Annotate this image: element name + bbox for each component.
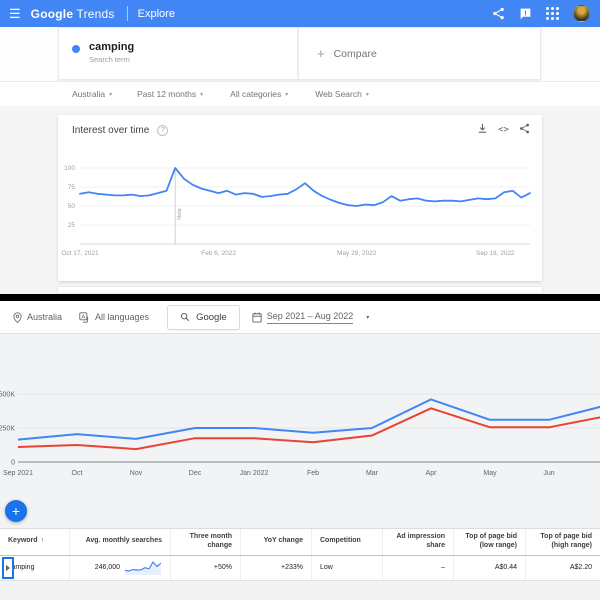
cell-selection-cursor — [2, 557, 14, 579]
plus-icon: + — [317, 46, 325, 61]
svg-text:25: 25 — [68, 222, 76, 229]
svg-text:Jan 2022: Jan 2022 — [240, 470, 269, 477]
svg-text:Sep 2021: Sep 2021 — [3, 470, 33, 477]
svg-text:Nov: Nov — [130, 470, 143, 477]
svg-text:Apr: Apr — [426, 470, 438, 477]
nav-explore[interactable]: Explore — [138, 8, 175, 20]
filter-category[interactable]: All categories▾ — [230, 89, 288, 99]
search-term-type: Search term — [89, 55, 297, 64]
series-color-dot — [72, 45, 80, 53]
add-comparison-button[interactable]: + Compare — [299, 28, 540, 79]
feedback-icon[interactable] — [519, 7, 532, 20]
menu-icon[interactable]: ☰ — [9, 6, 21, 22]
svg-text:Dec: Dec — [189, 470, 202, 477]
chevron-down-icon: ▾ — [109, 91, 112, 98]
searches-sparkline — [124, 560, 162, 576]
header-yoy-change[interactable]: YoY change — [241, 529, 312, 555]
google-trends-logo[interactable]: Google Trends — [31, 7, 115, 21]
filter-time-range[interactable]: Past 12 months▾ — [137, 89, 203, 99]
table-row[interactable]: camping 246,000 +50% +233% Low – A$0.44 … — [0, 556, 600, 581]
sort-ascending-icon: ↑ — [41, 537, 45, 546]
planner-toolbar: Australia A All languages Google Sep 202… — [0, 301, 600, 334]
trends-topbar: ☰ Google Trends Explore — [0, 0, 600, 27]
svg-text:Mar: Mar — [366, 470, 379, 477]
cell-top-bid-low: A$0.44 — [454, 556, 526, 580]
keyword-table: Keyword↑ Avg. monthly searches Three mon… — [0, 528, 600, 581]
google-apps-icon[interactable] — [546, 7, 559, 20]
table-header-row: Keyword↑ Avg. monthly searches Three mon… — [0, 528, 600, 556]
svg-text:Sep 18, 2022: Sep 18, 2022 — [476, 250, 515, 257]
cell-avg-monthly-searches: 246,000 — [70, 556, 171, 580]
svg-text:0: 0 — [11, 460, 15, 467]
download-icon[interactable] — [477, 121, 488, 139]
svg-text:May: May — [483, 470, 497, 477]
brand-trends: Trends — [77, 7, 115, 21]
search-term-name: camping — [89, 41, 297, 53]
header-competition[interactable]: Competition — [312, 529, 383, 555]
date-range-selector[interactable]: Sep 2021 – Aug 2022 ▾ — [252, 311, 370, 324]
play-triangle-icon — [6, 565, 10, 571]
header-top-bid-high[interactable]: Top of page bid (high range) — [526, 529, 600, 555]
chevron-down-icon: ▾ — [366, 314, 369, 321]
translate-icon: A — [79, 312, 90, 323]
planner-content-area: 0 250K 500K Sep 2021 Oct Nov Dec Jan 2022 Feb Mar… — [0, 334, 600, 600]
svg-text:250K: 250K — [0, 426, 15, 433]
trends-filter-bar: Australia▾ Past 12 months▾ All categorie… — [0, 81, 600, 106]
search-network-button[interactable]: Google — [167, 305, 240, 330]
header-ad-impression-share[interactable]: Ad impression share — [383, 529, 454, 555]
svg-text:Oct 17, 2021: Oct 17, 2021 — [61, 250, 99, 257]
chevron-down-icon: ▾ — [366, 91, 369, 98]
svg-text:Feb: Feb — [307, 470, 319, 477]
svg-text:500K: 500K — [0, 392, 15, 399]
search-icon — [180, 312, 190, 322]
search-volume-chart: 0 250K 500K Sep 2021 Oct Nov Dec Jan 2022 Feb Mar… — [0, 334, 600, 484]
location-setting[interactable]: Australia — [13, 312, 62, 323]
svg-text:Oct: Oct — [72, 470, 83, 477]
chevron-down-icon: ▾ — [285, 91, 288, 98]
interest-over-time-chart: 25 50 75 100 Note Oct 17, 2021 Feb 6, 2022 May … — [58, 147, 542, 269]
filter-search-type[interactable]: Web Search▾ — [315, 89, 369, 99]
cell-three-month-change: +50% — [171, 556, 241, 580]
screenshot-divider — [0, 294, 600, 301]
next-card-sliver — [58, 287, 542, 293]
cell-top-bid-high: A$2.20 — [526, 556, 600, 580]
svg-text:A: A — [82, 314, 86, 320]
filter-country[interactable]: Australia▾ — [72, 89, 112, 99]
header-keyword[interactable]: Keyword↑ — [0, 529, 70, 555]
cell-yoy-change: +233% — [241, 556, 312, 580]
trends-content-area: Interest over time ? <> 25 50 75 100 Note Oct… — [0, 106, 600, 294]
compare-label: Compare — [334, 48, 377, 60]
embed-icon[interactable]: <> — [498, 125, 509, 135]
cell-ad-impression-share: – — [383, 556, 454, 580]
account-avatar[interactable] — [573, 5, 590, 22]
svg-text:75: 75 — [68, 184, 76, 191]
svg-text:Note: Note — [177, 208, 183, 220]
location-pin-icon — [13, 312, 22, 323]
share-chart-icon[interactable] — [519, 121, 530, 139]
header-avg-monthly-searches[interactable]: Avg. monthly searches — [70, 529, 171, 555]
help-icon[interactable]: ? — [157, 125, 168, 136]
chart-title: Interest over time — [72, 125, 149, 136]
svg-text:Feb 6, 2022: Feb 6, 2022 — [201, 250, 236, 257]
language-setting[interactable]: A All languages — [79, 312, 149, 323]
screen: ☰ Google Trends Explore camping Search t… — [0, 0, 600, 600]
svg-text:50: 50 — [68, 203, 76, 210]
svg-text:May 29, 2022: May 29, 2022 — [337, 250, 377, 257]
brand-google: Google — [31, 7, 74, 21]
header-top-bid-low[interactable]: Top of page bid (low range) — [454, 529, 526, 555]
topbar-divider — [127, 6, 128, 21]
interest-over-time-card: Interest over time ? <> 25 50 75 100 Note Oct… — [58, 115, 542, 281]
share-icon[interactable] — [492, 7, 505, 20]
chevron-down-icon: ▾ — [200, 91, 203, 98]
search-term-card[interactable]: camping Search term — [59, 28, 299, 79]
svg-text:Jun: Jun — [543, 470, 554, 477]
cell-competition: Low — [312, 556, 383, 580]
search-terms-row: camping Search term + Compare — [0, 27, 600, 81]
calendar-icon — [252, 312, 262, 323]
svg-text:100: 100 — [64, 165, 75, 172]
header-three-month-change[interactable]: Three month change — [171, 529, 241, 555]
add-keyword-button[interactable]: + — [5, 500, 27, 522]
